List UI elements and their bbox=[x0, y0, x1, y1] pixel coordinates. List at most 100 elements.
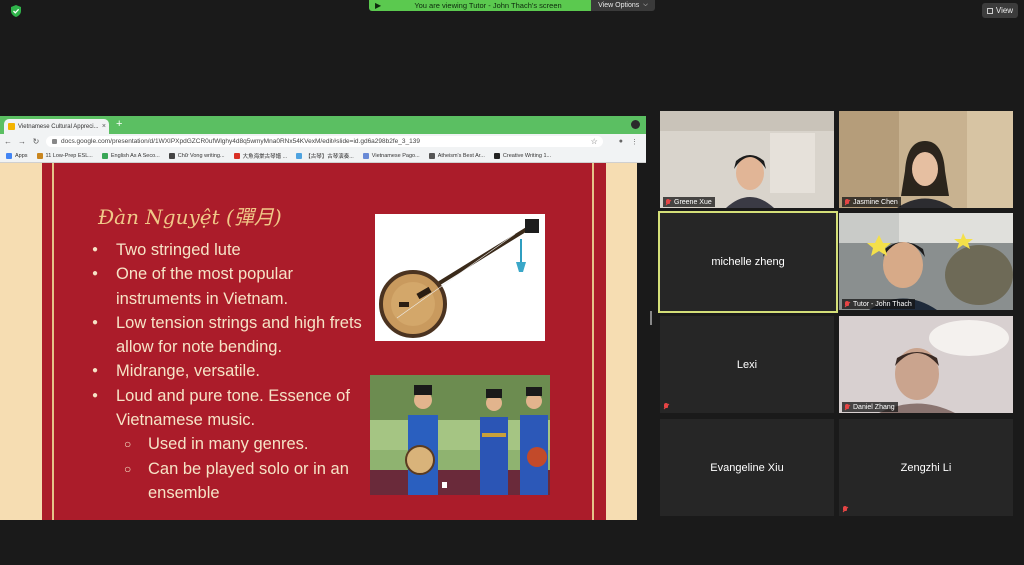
muted-mic-icon bbox=[663, 403, 669, 410]
back-arrow-icon[interactable]: ← bbox=[4, 137, 12, 146]
bookmark-label: Apps bbox=[15, 152, 28, 159]
bookmark-label: 11 Low-Prep ESL... bbox=[45, 152, 93, 159]
bookmark-item[interactable]: English As A Seco... bbox=[101, 152, 160, 159]
participant-video bbox=[839, 111, 1013, 208]
bookmark-label: Creative Writing 1... bbox=[502, 152, 552, 159]
bookmark-item[interactable]: Atheism's Best Ar... bbox=[428, 152, 485, 159]
security-shield-icon[interactable] bbox=[9, 4, 23, 18]
participant-name: michelle zheng bbox=[711, 256, 785, 268]
participant-video bbox=[839, 213, 1013, 310]
participant-name: Evangeline Xiu bbox=[710, 461, 784, 474]
participant-name: Zengzhi Li bbox=[900, 461, 952, 474]
bookmark-label: English As A Seco... bbox=[110, 152, 160, 159]
participant-name: Lexi bbox=[736, 358, 758, 371]
participant-video bbox=[839, 316, 1013, 413]
bookmark-favicon-icon bbox=[168, 152, 175, 159]
muted-mic-icon bbox=[844, 300, 850, 308]
bookmark-favicon-icon bbox=[296, 152, 303, 159]
bullet-item: Two stringed lute bbox=[92, 238, 372, 263]
bullet-item: Low tension strings and high frets allow… bbox=[92, 311, 372, 360]
bookmark-favicon-icon bbox=[36, 152, 43, 159]
bookmark-item[interactable]: Vietnamese Pago... bbox=[362, 152, 420, 159]
mouse-cursor-icon bbox=[442, 482, 447, 488]
bookmark-item[interactable]: 11 Low-Prep ESL... bbox=[36, 152, 93, 159]
participant-tile[interactable]: Daniel Zhang bbox=[839, 316, 1013, 413]
forward-arrow-icon[interactable]: → bbox=[18, 137, 26, 146]
bullet-list: Two stringed lute One of the most popula… bbox=[92, 238, 372, 505]
slide-edge bbox=[637, 163, 646, 520]
shared-screen: Vietnamese Cultural Appreci... × + ← → ↻… bbox=[0, 116, 646, 520]
muted-mic-icon bbox=[844, 198, 850, 206]
more-menu-icon[interactable]: ⋮ bbox=[631, 138, 638, 146]
participant-name: Jasmine Chen bbox=[853, 198, 898, 206]
gold-border-line bbox=[592, 163, 594, 520]
view-options-label: View Options bbox=[598, 2, 640, 9]
slide-title: Đàn Nguyệt (彈月) bbox=[98, 205, 282, 229]
bullet-item: Midrange, versatile. bbox=[92, 359, 372, 384]
sub-bullet-item: Used in many genres. bbox=[92, 432, 372, 457]
apps-grid-icon bbox=[6, 152, 12, 159]
bookmark-label: 【古琴】古琴演奏... bbox=[305, 153, 354, 160]
url-field[interactable]: docs.google.com/presentation/d/1WXIPXpdG… bbox=[46, 136, 603, 147]
bookmark-star-icon[interactable]: ☆ bbox=[591, 137, 598, 146]
name-tag: Greene Xue bbox=[663, 197, 715, 207]
viewing-text: You are viewing Tutor - John Thach's scr… bbox=[414, 1, 562, 10]
url-text: docs.google.com/presentation/d/1WXIPXpdG… bbox=[61, 138, 420, 145]
bookmark-label: Chữ Vong writing... bbox=[177, 152, 225, 159]
bookmark-favicon-icon bbox=[428, 152, 435, 159]
profile-icon[interactable]: ● bbox=[619, 138, 623, 146]
bookmark-item[interactable]: Chữ Vong writing... bbox=[168, 152, 225, 159]
view-button[interactable]: View bbox=[982, 3, 1018, 18]
browser-tab[interactable]: Vietnamese Cultural Appreci... × bbox=[4, 119, 109, 134]
bullet-item: Loud and pure tone. Essence of Vietnames… bbox=[92, 384, 372, 433]
participant-tile[interactable]: Lexi bbox=[660, 316, 834, 413]
bookmark-favicon-icon bbox=[233, 152, 240, 159]
presentation-slide: Đàn Nguyệt (彈月) Two stringed lute One of… bbox=[42, 163, 606, 520]
name-tag: Tutor - John Thach bbox=[842, 299, 915, 309]
participant-tile[interactable]: Zengzhi Li bbox=[839, 419, 1013, 516]
bullet-item: One of the most popular instruments in V… bbox=[92, 262, 372, 311]
muted-mic-icon bbox=[665, 198, 671, 206]
close-tab-icon[interactable]: × bbox=[102, 123, 106, 130]
muted-mic-icon bbox=[842, 506, 848, 513]
bookmark-favicon-icon bbox=[493, 152, 500, 159]
participant-tile[interactable]: Jasmine Chen bbox=[839, 111, 1013, 208]
viewing-indicator: ▶ You are viewing Tutor - John Thach's s… bbox=[369, 0, 591, 11]
bookmark-label: Atheism's Best Ar... bbox=[437, 152, 485, 159]
participant-name: Greene Xue bbox=[674, 198, 712, 206]
participant-name: Tutor - John Thach bbox=[853, 300, 912, 308]
chevron-down-icon: ⌵ bbox=[643, 2, 648, 8]
tab-search-icon[interactable] bbox=[631, 120, 640, 129]
bookmark-label: 大魚海棠古琴譜 ... bbox=[242, 153, 288, 160]
bookmark-item[interactable]: Creative Writing 1... bbox=[493, 152, 552, 159]
bookmarks-bar: Apps 11 Low-Prep ESL... English As A Sec… bbox=[0, 149, 646, 163]
sub-bullet-item: Can be played solo or in an ensemble bbox=[92, 457, 372, 506]
tab-title: Vietnamese Cultural Appreci... bbox=[18, 123, 99, 130]
bookmark-item[interactable]: 【古琴】古琴演奏... bbox=[296, 152, 354, 160]
browser-tab-bar: Vietnamese Cultural Appreci... × + bbox=[0, 116, 646, 134]
active-speaker-tile[interactable]: michelle zheng bbox=[658, 211, 838, 313]
participant-tile[interactable]: Greene Xue bbox=[660, 111, 834, 208]
bookmark-apps[interactable]: Apps bbox=[6, 152, 28, 159]
speaker-icon[interactable]: ▶ bbox=[375, 1, 385, 10]
participant-tile[interactable]: Evangeline Xiu bbox=[660, 419, 834, 516]
slides-favicon-icon bbox=[8, 123, 15, 130]
participant-tile[interactable]: Tutor - John Thach bbox=[839, 213, 1013, 310]
muted-mic-icon bbox=[844, 403, 850, 411]
screen-share-banner: ▶ You are viewing Tutor - John Thach's s… bbox=[369, 0, 655, 11]
gold-border-line bbox=[52, 163, 54, 520]
view-button-label: View bbox=[995, 6, 1014, 15]
resize-handle[interactable] bbox=[650, 311, 652, 325]
bookmark-favicon-icon bbox=[101, 152, 108, 159]
participant-video bbox=[660, 111, 834, 208]
bookmark-item[interactable]: 大魚海棠古琴譜 ... bbox=[233, 152, 288, 160]
lock-icon bbox=[52, 139, 57, 144]
view-options-button[interactable]: View Options ⌵ bbox=[591, 0, 655, 11]
address-bar-row: ← → ↻ docs.google.com/presentation/d/1WX… bbox=[0, 134, 646, 149]
grid-icon bbox=[986, 7, 993, 14]
name-tag: Jasmine Chen bbox=[842, 197, 901, 207]
reload-icon[interactable]: ↻ bbox=[32, 137, 40, 146]
musicians-photo bbox=[370, 375, 550, 495]
new-tab-icon[interactable]: + bbox=[116, 118, 122, 130]
dan-nguyet-instrument-image bbox=[375, 214, 545, 341]
